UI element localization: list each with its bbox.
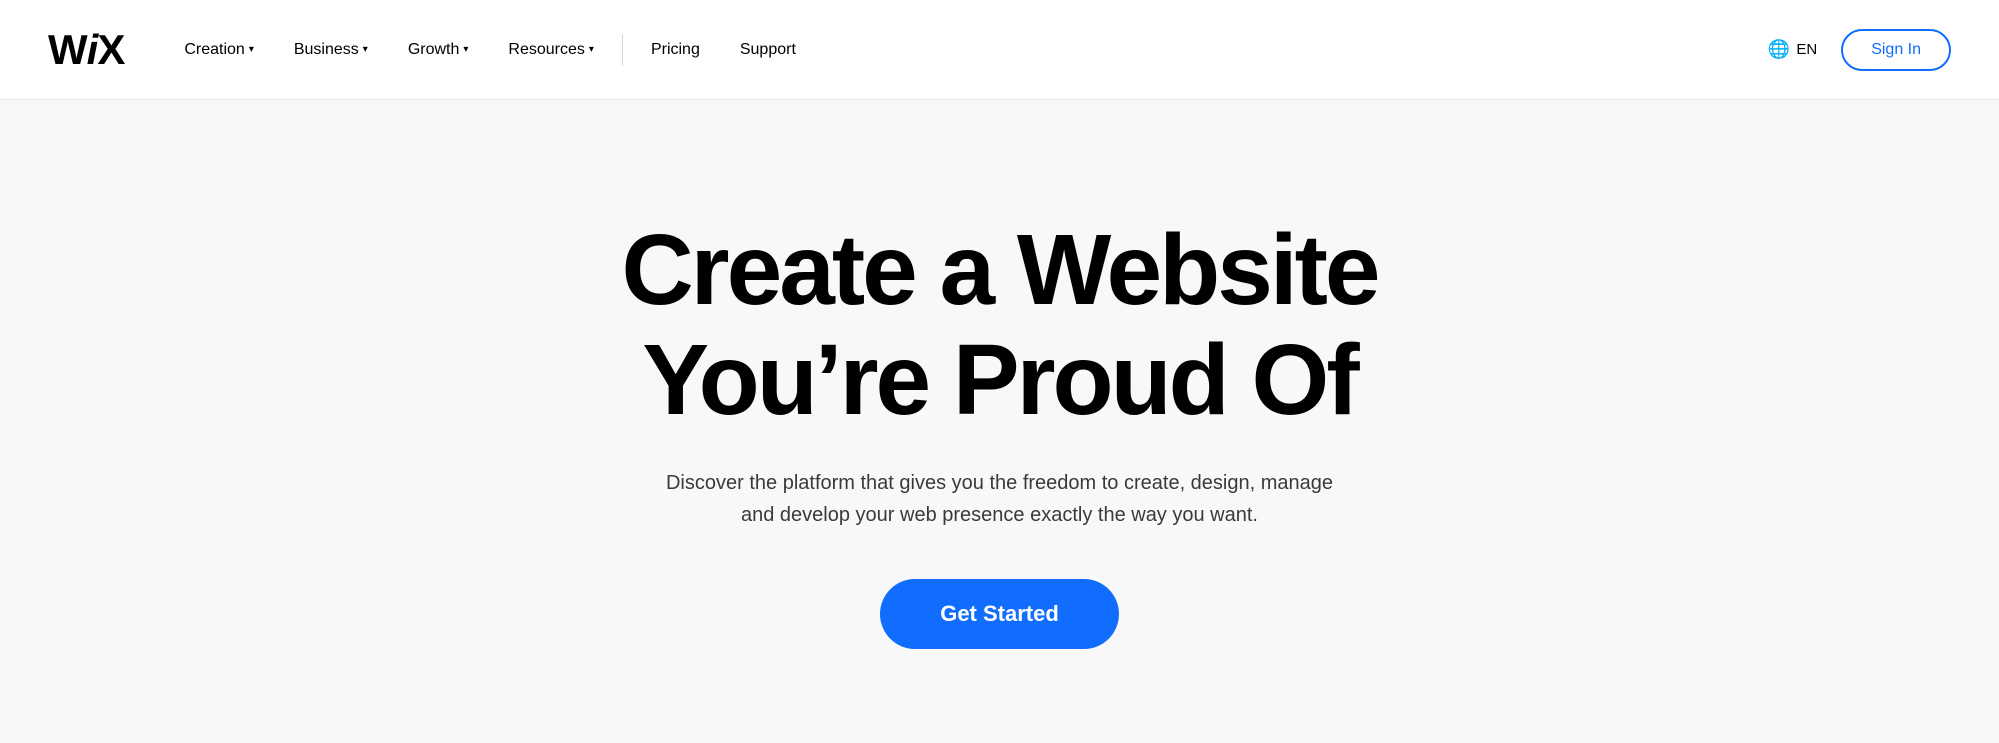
nav-item-support[interactable]: Support [720, 0, 816, 100]
hero-title-line1: Create a Website [621, 214, 1377, 326]
navbar: WiX Creation ▾ Business ▾ Growth ▾ Resou… [0, 0, 1999, 100]
sign-in-button[interactable]: Sign In [1841, 29, 1951, 71]
nav-label-pricing: Pricing [651, 41, 700, 59]
main-nav: Creation ▾ Business ▾ Growth ▾ Resources… [164, 0, 1768, 100]
chevron-down-icon: ▾ [463, 44, 468, 55]
nav-divider [622, 34, 623, 66]
nav-item-business[interactable]: Business ▾ [274, 0, 388, 100]
nav-label-business: Business [294, 41, 359, 59]
language-label: EN [1796, 41, 1817, 58]
hero-section: Create a Website You’re Proud Of Discove… [0, 100, 1999, 743]
nav-label-support: Support [740, 41, 796, 59]
get-started-button[interactable]: Get Started [880, 579, 1119, 649]
hero-subtitle: Discover the platform that gives you the… [650, 467, 1350, 531]
nav-item-growth[interactable]: Growth ▾ [388, 0, 489, 100]
chevron-down-icon: ▾ [249, 44, 254, 55]
chevron-down-icon: ▾ [589, 44, 594, 55]
nav-label-growth: Growth [408, 41, 460, 59]
hero-title: Create a Website You’re Proud Of [621, 215, 1377, 435]
wix-logo-text: WiX [48, 26, 124, 74]
nav-label-creation: Creation [184, 41, 244, 59]
logo[interactable]: WiX [48, 26, 124, 74]
globe-icon: 🌐 [1768, 39, 1790, 60]
nav-item-pricing[interactable]: Pricing [631, 0, 720, 100]
chevron-down-icon: ▾ [363, 44, 368, 55]
language-selector[interactable]: 🌐 EN [1768, 39, 1817, 60]
nav-item-resources[interactable]: Resources ▾ [488, 0, 614, 100]
nav-item-creation[interactable]: Creation ▾ [164, 0, 274, 100]
hero-title-line2: You’re Proud Of [642, 324, 1356, 436]
nav-label-resources: Resources [508, 41, 584, 59]
navbar-right: 🌐 EN Sign In [1768, 29, 1951, 71]
